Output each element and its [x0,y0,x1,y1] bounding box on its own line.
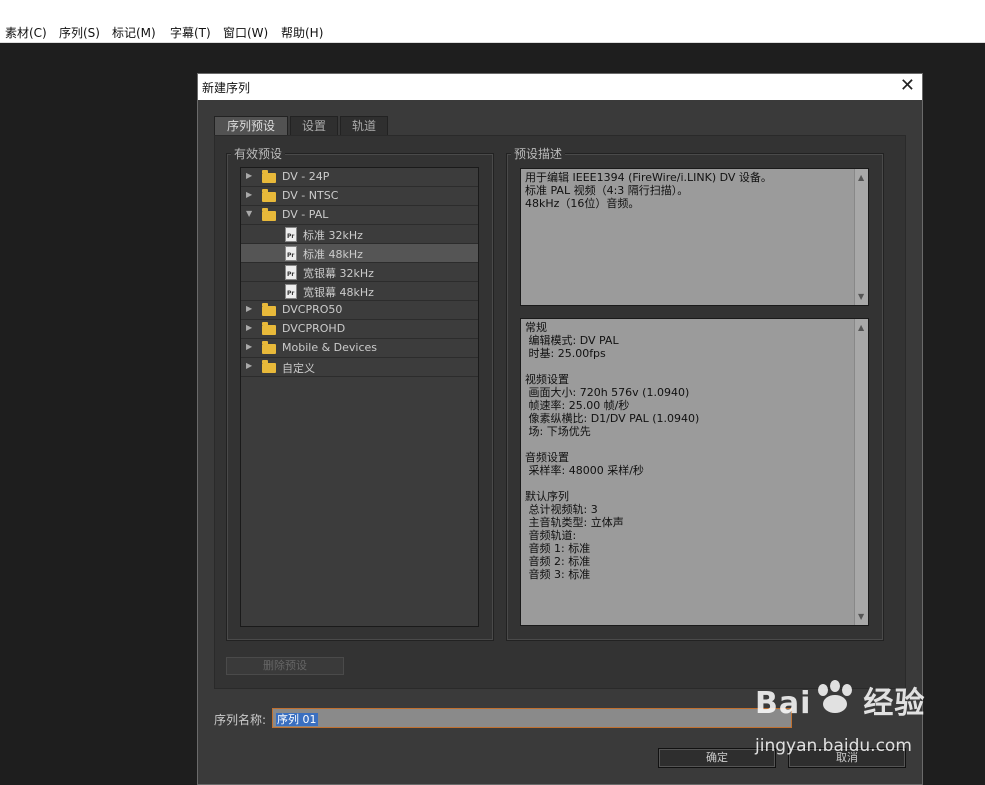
preset-description-box[interactable]: 用于编辑 IEEE1394 (FireWire/i.LINK) DV 设备。 标… [520,168,869,306]
description-scrollbar[interactable]: ▲ ▼ [854,169,868,305]
menu-bar: 素材(C) 序列(S) 标记(M) 字幕(T) 窗口(W) 帮助(H) [0,0,985,43]
scroll-down-icon[interactable]: ▼ [858,290,864,303]
folder-icon [262,303,276,316]
scroll-up-icon[interactable]: ▲ [858,171,864,184]
menu-window[interactable]: 窗口(W) [223,24,268,41]
tree-item-label: Mobile & Devices [282,341,378,354]
menu-help[interactable]: 帮助(H) [281,24,323,41]
expand-arrow-icon[interactable]: ▶ [246,304,252,313]
tree-item-label: DVCPRO50 [282,303,343,316]
tree-item-mobile-devices[interactable]: ▶ Mobile & Devices [241,339,478,358]
menu-marker[interactable]: 标记(M) [112,24,156,41]
sequence-name-label: 序列名称: [214,713,267,727]
scroll-up-icon[interactable]: ▲ [858,321,864,334]
expand-arrow-icon[interactable]: ▶ [246,361,252,370]
preset-description-text: 用于编辑 IEEE1394 (FireWire/i.LINK) DV 设备。 标… [525,171,772,210]
scroll-down-icon[interactable]: ▼ [858,610,864,623]
sequence-name-input[interactable]: 序列 01 [272,708,792,728]
tree-item-widescreen-48khz[interactable]: 宽银幕 48kHz [241,282,478,301]
tree-item-standard-48khz[interactable]: 标准 48kHz [241,244,478,263]
preset-file-icon [285,284,297,299]
tab-sequence-presets[interactable]: 序列预设 [214,116,288,136]
tree-item-custom[interactable]: ▶ 自定义 [241,358,478,377]
tree-item-widescreen-32khz[interactable]: 宽银幕 32kHz [241,263,478,282]
paw-logo-icon [818,680,852,713]
expand-arrow-icon[interactable]: ▶ [246,342,252,351]
tree-item-label: 宽银幕 48kHz [303,286,374,299]
tree-item-label: DV - PAL [282,208,329,221]
folder-icon [262,189,276,202]
preset-details-box[interactable]: 常规 编辑模式: DV PAL 时基: 25.00fps 视频设置 画面大小: … [520,318,869,626]
folder-icon [262,341,276,354]
watermark-brand-suffix: 经验 [863,686,926,721]
watermark-url: jingyan.baidu.com [755,736,912,756]
tree-item-label: 自定义 [282,362,315,375]
tree-item-label: DVCPROHD [282,322,346,335]
tree-item-dvcprohd[interactable]: ▶ DVCPROHD [241,320,478,339]
close-icon[interactable]: ✕ [900,76,915,96]
menu-title[interactable]: 字幕(T) [170,24,211,41]
preset-details-text: 常规 编辑模式: DV PAL 时基: 25.00fps 视频设置 画面大小: … [525,321,700,581]
folder-icon [262,170,276,183]
tree-item-dv-ntsc[interactable]: ▶ DV - NTSC [241,187,478,206]
menu-clip[interactable]: 素材(C) [5,24,47,41]
available-presets-label: 有效预设 [231,145,286,162]
dialog-titlebar: 新建序列 ✕ [198,74,922,100]
baidu-watermark: Bai 经验 jingyan.baidu.com [755,678,926,756]
delete-preset-button[interactable]: 删除预设 [226,657,344,675]
expand-arrow-icon[interactable]: ▶ [246,323,252,332]
tab-tracks[interactable]: 轨道 [340,116,388,136]
folder-icon [262,360,276,373]
preset-tree[interactable]: ▶ DV - 24P ▶ DV - NTSC ▼ DV - PAL 标准 32k… [240,167,479,627]
tree-item-dvcpro50[interactable]: ▶ DVCPRO50 [241,301,478,320]
sequence-name-value: 序列 01 [276,713,318,726]
menu-sequence[interactable]: 序列(S) [59,24,100,41]
expand-arrow-icon[interactable]: ▶ [246,190,252,199]
tree-item-label: 宽银幕 32kHz [303,267,374,280]
preset-description-label: 预设描述 [511,145,566,162]
tree-item-label: 标准 32kHz [303,229,363,242]
tree-item-dv-24p[interactable]: ▶ DV - 24P [241,168,478,187]
preset-file-icon [285,265,297,280]
tree-item-label: DV - 24P [282,170,330,183]
tab-settings[interactable]: 设置 [290,116,338,136]
preset-file-icon [285,246,297,261]
tree-item-dv-pal[interactable]: ▼ DV - PAL [241,206,478,225]
watermark-brand: Bai [755,686,812,721]
expand-arrow-icon[interactable]: ▶ [246,171,252,180]
tree-item-standard-32khz[interactable]: 标准 32kHz [241,225,478,244]
dialog-title: 新建序列 [202,81,251,95]
folder-icon [262,322,276,335]
tree-item-label: 标准 48kHz [303,248,363,261]
tree-item-label: DV - NTSC [282,189,339,202]
folder-icon [262,208,276,221]
collapse-arrow-icon[interactable]: ▼ [246,209,252,218]
preset-file-icon [285,227,297,242]
details-scrollbar[interactable]: ▲ ▼ [854,319,868,625]
